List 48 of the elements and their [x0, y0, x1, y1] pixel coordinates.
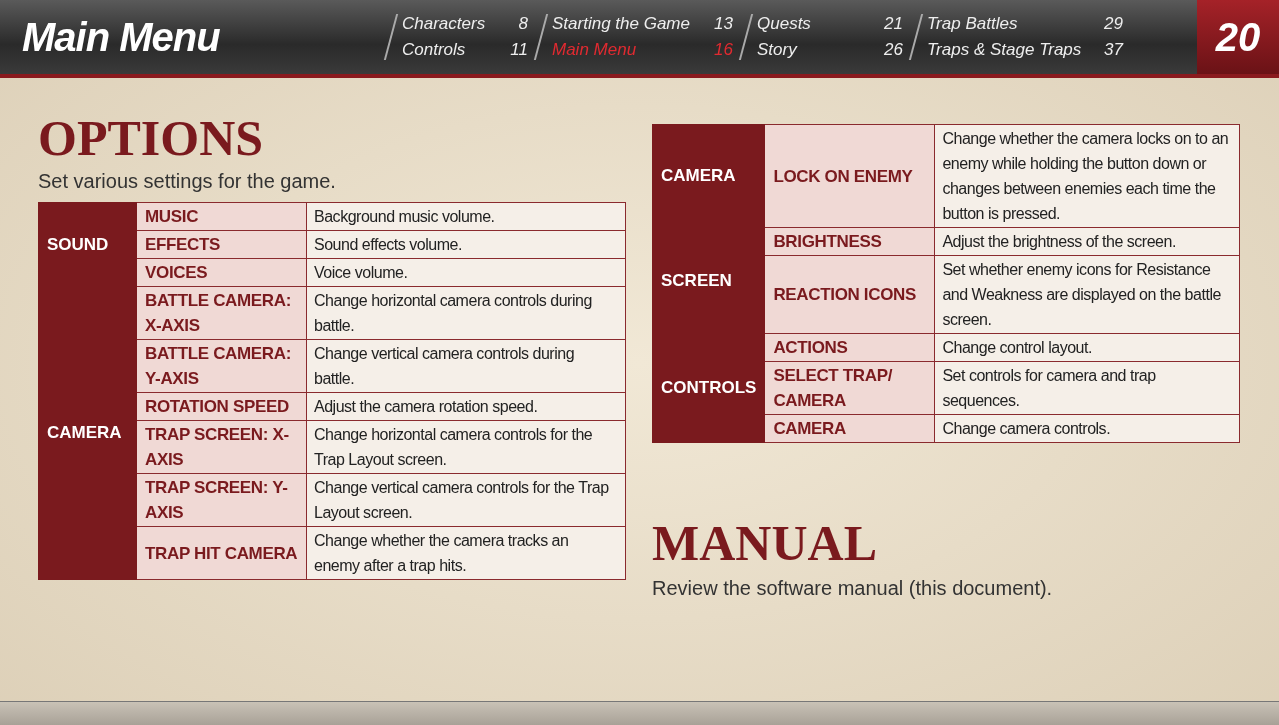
description-cell: Change horizontal camera controls for the Trap Layout screen. — [306, 420, 626, 474]
category-cell: SOUND — [38, 202, 137, 287]
setting-cell: BATTLE CAMERA: X-AXIS — [136, 286, 307, 340]
setting-cell: ROTATION SPEED — [136, 392, 307, 421]
setting-cell: MUSIC — [136, 202, 307, 231]
description-cell: Change camera controls. — [934, 414, 1240, 443]
description-cell: Change vertical camera controls during battle. — [306, 339, 626, 393]
category-cell: SCREEN — [652, 227, 765, 334]
category-cell: CAMERA — [38, 286, 137, 580]
nav-link[interactable]: Trap Battles 29 — [927, 13, 1123, 35]
setting-cell: ACTIONS — [764, 333, 935, 362]
nav-link[interactable]: Starting the Game 13 — [552, 13, 733, 35]
section-description: Review the software manual (this document). — [652, 576, 1054, 601]
nav-link[interactable]: Quests 21 — [757, 13, 903, 35]
setting-cell: TRAP HIT CAMERA — [136, 526, 307, 580]
description-cell: Change vertical camera controls for the Trap Layout screen. — [306, 473, 626, 527]
description-cell: Sound effects volume. — [306, 230, 626, 259]
description-cell: Adjust the camera rotation speed. — [306, 392, 626, 421]
setting-cell: BATTLE CAMERA: Y-AXIS — [136, 339, 307, 393]
setting-cell: BRIGHTNESS — [764, 227, 935, 256]
page-number: 20 — [1197, 0, 1279, 74]
setting-cell: REACTION ICONS — [764, 255, 935, 334]
setting-cell: EFFECTS — [136, 230, 307, 259]
page-title: Main Menu — [21, 14, 221, 61]
description-cell: Set whether enemy icons for Resistance and Weakness are displayed on the battle screen. — [934, 255, 1240, 334]
setting-cell: TRAP SCREEN: X-AXIS — [136, 420, 307, 474]
setting-cell: CAMERA — [764, 414, 935, 443]
nav-link[interactable]: Traps & Stage Traps 37 — [927, 39, 1123, 61]
description-cell: Change horizontal camera controls during battle. — [306, 286, 626, 340]
description-cell: Voice volume. — [306, 258, 626, 287]
setting-cell: LOCK ON ENEMY — [764, 124, 935, 228]
section-heading: OPTIONS — [38, 112, 265, 164]
description-cell: Change whether the camera locks on to an enemy while holding the button down or changes between enemies each time the button is pressed. — [934, 124, 1240, 228]
description-cell: Set controls for camera and trap sequences. — [934, 361, 1240, 415]
setting-cell: SELECT TRAP/ CAMERA — [764, 361, 935, 415]
nav-link[interactable]: Controls 11 — [402, 39, 528, 61]
setting-cell: TRAP SCREEN: Y-AXIS — [136, 473, 307, 527]
description-cell: Adjust the brightness of the screen. — [934, 227, 1240, 256]
description-cell: Change control layout. — [934, 333, 1240, 362]
nav-link[interactable]: Story 26 — [757, 39, 903, 61]
category-cell: CONTROLS — [652, 333, 765, 443]
nav-link[interactable]: Characters 8 — [402, 13, 528, 35]
section-heading: MANUAL — [652, 517, 878, 569]
category-cell: CAMERA — [652, 124, 765, 228]
setting-cell: VOICES — [136, 258, 307, 287]
description-cell: Background music volume. — [306, 202, 626, 231]
section-subtitle: Set various settings for the game. — [38, 169, 337, 194]
description-cell: Change whether the camera tracks an enemy after a trap hits. — [306, 526, 626, 580]
